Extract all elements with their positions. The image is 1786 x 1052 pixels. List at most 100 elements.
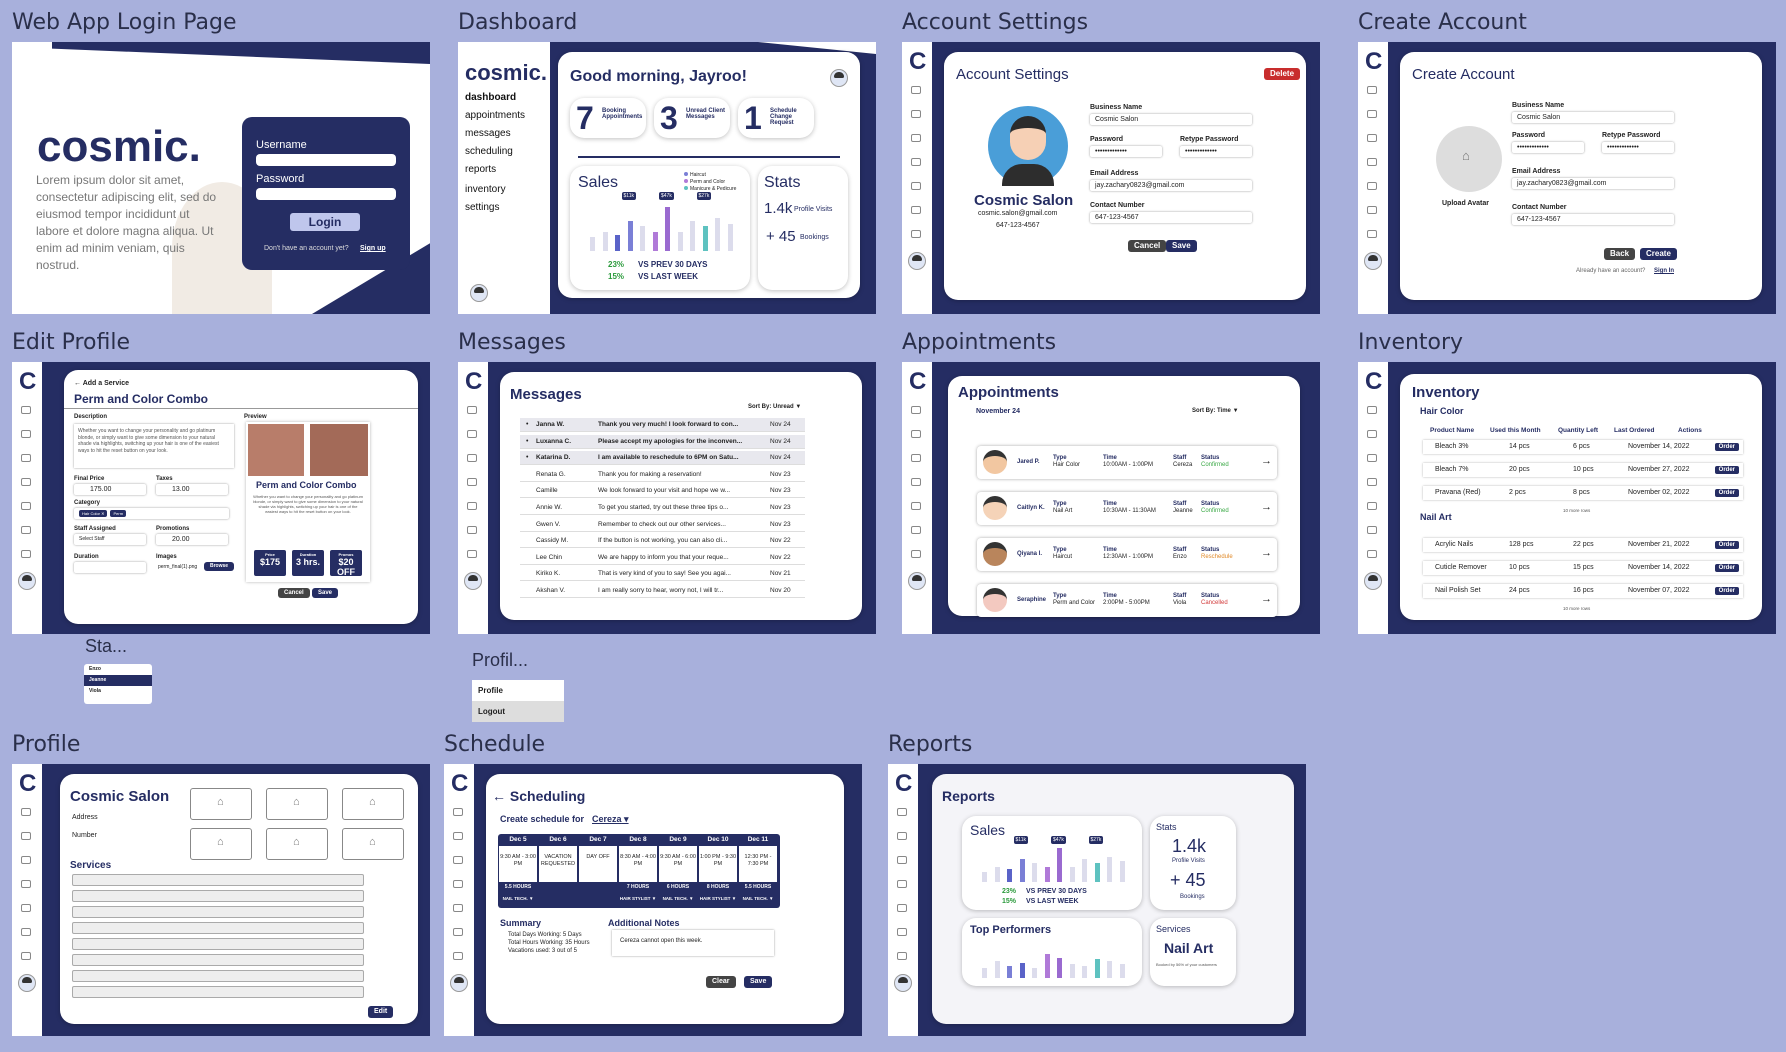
nav-item-appointments[interactable]: appointments [465, 110, 525, 121]
nav-icon[interactable] [911, 430, 921, 438]
nav-icon[interactable] [453, 904, 463, 912]
email-input[interactable]: jay.zachary0823@gmail.com [1090, 180, 1252, 191]
staff-select[interactable]: Cereza ▾ [592, 814, 629, 825]
nav-icon[interactable] [21, 550, 31, 558]
nav-item-inventory[interactable]: inventory [465, 184, 506, 195]
nav-icon[interactable] [911, 206, 921, 214]
nav-icon[interactable] [897, 904, 907, 912]
notes-input[interactable]: Cereza cannot open this week. [612, 930, 774, 956]
nav-icon[interactable] [1367, 430, 1377, 438]
nav-icon[interactable] [467, 526, 477, 534]
save-button[interactable]: Save [312, 588, 339, 598]
appointment-row[interactable]: Caitlyn K. Type Nail Art Time 10:30AM - 11:3… [977, 492, 1277, 525]
promo-input[interactable]: 20.00 [156, 534, 228, 545]
contact-input[interactable]: 647-123-4567 [1090, 212, 1252, 223]
nav-icon[interactable] [897, 856, 907, 864]
nav-icon[interactable] [467, 406, 477, 414]
message-row[interactable]: • Janna W. Thank you very much! I look for… [520, 418, 805, 432]
taxes-input[interactable]: 13.00 [156, 484, 228, 495]
kpi-card[interactable]: 3 Unread Client Messages [654, 98, 730, 138]
message-row[interactable]: Gwen V. Remember to check out our other s… [520, 518, 805, 532]
signin-link[interactable]: Sign In [1654, 268, 1674, 274]
service-field[interactable] [72, 986, 364, 998]
user-avatar[interactable] [18, 572, 36, 590]
user-avatar[interactable] [470, 284, 488, 302]
rpw-input[interactable]: ••••••••••••• [1180, 146, 1252, 157]
message-row[interactable]: Akshan V. I am really sorry to hear, worr… [520, 584, 805, 598]
user-avatar[interactable] [450, 974, 468, 992]
day-shift[interactable]: 1:00 PM - 9:30 PM [699, 846, 737, 882]
kpi-card[interactable]: 7 Booking Appointments [570, 98, 646, 138]
nav-icon[interactable] [911, 502, 921, 510]
user-avatar[interactable] [894, 974, 912, 992]
day-shift[interactable]: 12:30 PM - 7:30 PM [739, 846, 777, 882]
nav-icon[interactable] [1367, 230, 1377, 238]
nav-icon[interactable] [897, 880, 907, 888]
save-button[interactable]: Save [1166, 240, 1197, 252]
service-field[interactable] [72, 906, 364, 918]
profile-option[interactable]: Profile [472, 680, 564, 701]
nav-icon[interactable] [1367, 206, 1377, 214]
nav-icon[interactable] [467, 430, 477, 438]
day-shift[interactable]: 9:30 AM - 6:00 PM [659, 846, 697, 882]
more-rows[interactable]: 10 more rows [1563, 606, 1590, 611]
day-shift[interactable]: VACATION REQUESTED [539, 846, 577, 882]
day-shift[interactable]: 8:30 AM - 4:00 PM [619, 846, 657, 882]
service-field[interactable] [72, 874, 364, 886]
nav-icon[interactable] [911, 134, 921, 142]
user-avatar[interactable] [464, 572, 482, 590]
nav-icon[interactable] [21, 808, 31, 816]
nav-icon[interactable] [453, 928, 463, 936]
delete-button[interactable]: Delete [1264, 68, 1301, 80]
nav-icon[interactable] [1367, 86, 1377, 94]
order-button[interactable]: Order [1714, 489, 1739, 497]
nav-icon[interactable] [897, 832, 907, 840]
order-button[interactable]: Order [1714, 587, 1739, 595]
nav-icon[interactable] [1367, 502, 1377, 510]
user-avatar[interactable] [18, 974, 36, 992]
add-service-back[interactable]: ← Add a Service [74, 380, 129, 387]
category-chip[interactable]: Perm [110, 510, 127, 517]
nav-icon[interactable] [1367, 454, 1377, 462]
service-field[interactable] [72, 890, 364, 902]
message-row[interactable]: • Katarina D. I am available to reschedule… [520, 451, 805, 466]
arrow-right-icon[interactable]: → [1261, 547, 1272, 559]
staff-option[interactable]: Viola [84, 686, 152, 697]
nav-icon[interactable] [21, 856, 31, 864]
message-row[interactable]: • Luxanna C. Please accept my apologies fo… [520, 434, 805, 449]
day-role[interactable]: NAIL TECH. ▼ [738, 896, 778, 901]
nav-icon[interactable] [1367, 478, 1377, 486]
nav-icon[interactable] [911, 86, 921, 94]
back-button[interactable]: Back [1604, 248, 1636, 260]
email-input[interactable]: jay.zachary0823@gmail.com [1512, 178, 1674, 189]
nav-icon[interactable] [21, 526, 31, 534]
staff-select[interactable]: Select Staff [74, 534, 146, 545]
browse-button[interactable]: Browse [204, 562, 235, 571]
price-input[interactable]: 175.00 [74, 484, 146, 495]
nav-item-messages[interactable]: messages [465, 128, 511, 139]
cancel-button[interactable]: Cancel [1128, 240, 1167, 252]
rpw-input[interactable]: ••••••••••••• [1602, 142, 1674, 153]
nav-icon[interactable] [453, 832, 463, 840]
nav-icon[interactable] [453, 952, 463, 960]
nav-icon[interactable] [911, 158, 921, 166]
nav-icon[interactable] [453, 808, 463, 816]
nav-item-dashboard[interactable]: dashboard [465, 92, 516, 103]
username-input[interactable] [256, 154, 396, 166]
service-field[interactable] [72, 938, 364, 950]
user-avatar[interactable] [908, 252, 926, 270]
nav-icon[interactable] [1367, 134, 1377, 142]
nav-icon[interactable] [1367, 406, 1377, 414]
biz-input[interactable]: Cosmic Salon [1512, 112, 1674, 123]
day-shift[interactable]: DAY OFF [579, 846, 617, 882]
day-shift[interactable]: 9:30 AM - 3:00 PM [499, 846, 537, 882]
nav-icon[interactable] [897, 928, 907, 936]
nav-icon[interactable] [21, 502, 31, 510]
arrow-right-icon[interactable]: → [1261, 501, 1272, 513]
sort-dropdown[interactable]: Sort By: Time ▼ [1192, 408, 1239, 414]
nav-icon[interactable] [1367, 110, 1377, 118]
day-role[interactable]: HAIR STYLIST ▼ [618, 896, 658, 901]
nav-item-reports[interactable]: reports [465, 164, 496, 175]
nav-icon[interactable] [911, 406, 921, 414]
nav-icon[interactable] [21, 430, 31, 438]
